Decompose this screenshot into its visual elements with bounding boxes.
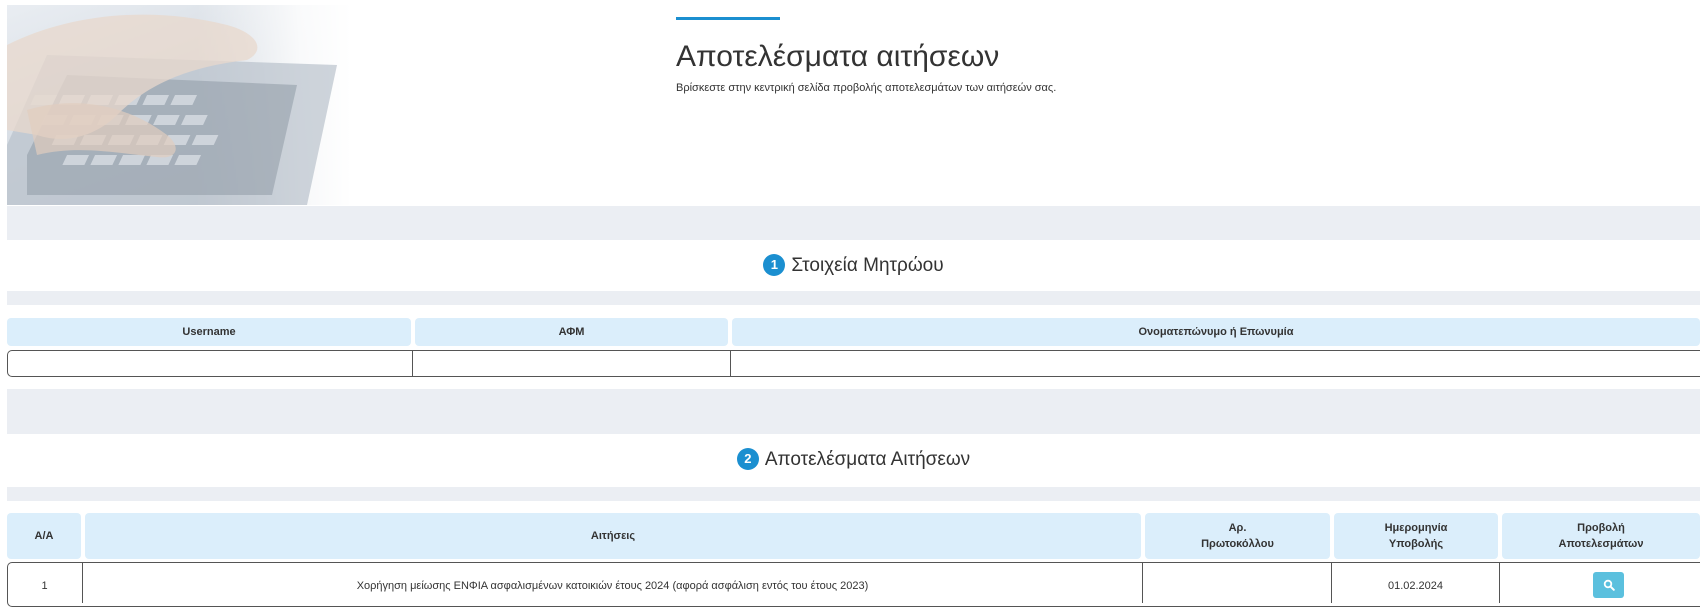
- step-badge-2: 2: [736, 448, 759, 470]
- column-divider: [730, 350, 731, 377]
- registry-data-row: [7, 350, 1700, 377]
- column-divider: [412, 350, 413, 377]
- column-header-date: Ημερομηνία Υποβολής: [1334, 513, 1498, 559]
- column-header-protocol-line1: Αρ.: [1228, 522, 1247, 534]
- section-separator-band: [7, 487, 1700, 501]
- column-header-view-results: Προβολή Αποτελεσμάτων: [1502, 513, 1700, 559]
- column-header-date-line2: Υποβολής: [1388, 538, 1444, 550]
- column-header-afm: ΑΦΜ: [415, 318, 728, 346]
- column-header-protocol-line2: Πρωτοκόλλου: [1201, 538, 1274, 550]
- laptop-keyboard-illustration: [7, 14, 337, 205]
- column-divider: [1499, 562, 1500, 603]
- section-heading-text: Αποτελέσματα Αιτήσεων: [764, 449, 971, 470]
- section-heading-registry: 1 Στοιχεία Μητρώου: [7, 254, 1700, 277]
- column-header-view-line1: Προβολή: [1577, 522, 1625, 534]
- section-separator-band: [7, 291, 1700, 305]
- view-results-button[interactable]: [1593, 572, 1624, 598]
- row-cell-request: Χορήγηση μείωσης ΕΝΦΙΑ ασφαλισμένων κατο…: [356, 580, 869, 592]
- column-header-username: Username: [7, 318, 411, 346]
- section-heading-results: 2 Αποτελέσματα Αιτήσεων: [7, 448, 1700, 471]
- row-cell-aa: 1: [41, 580, 48, 592]
- title-accent-line: [676, 17, 780, 20]
- column-header-aa: Α/Α: [7, 513, 81, 559]
- column-header-requests: Αιτήσεις: [85, 513, 1141, 559]
- hero-laptop-image: [7, 5, 352, 205]
- column-header-fullname: Ονοματεπώνυμο ή Επωνυμία: [732, 318, 1700, 346]
- section-separator-band: [7, 389, 1700, 434]
- section-heading-text: Στοιχεία Μητρώου: [791, 255, 944, 276]
- page-title: Αποτελέσματα αιτήσεων: [676, 40, 1000, 73]
- page-subtitle: Βρίσκεστε στην κεντρική σελίδα προβολής …: [676, 82, 1057, 94]
- column-header-protocol: Αρ. Πρωτοκόλλου: [1145, 513, 1330, 559]
- column-header-view-line2: Αποτελεσμάτων: [1558, 538, 1644, 550]
- section-separator-band: [7, 206, 1700, 240]
- column-divider: [1142, 562, 1143, 603]
- search-icon: [1603, 579, 1615, 591]
- step-badge-1: 1: [763, 254, 786, 276]
- column-header-date-line1: Ημερομηνία: [1384, 522, 1448, 534]
- row-cell-date: 01.02.2024: [1387, 580, 1444, 592]
